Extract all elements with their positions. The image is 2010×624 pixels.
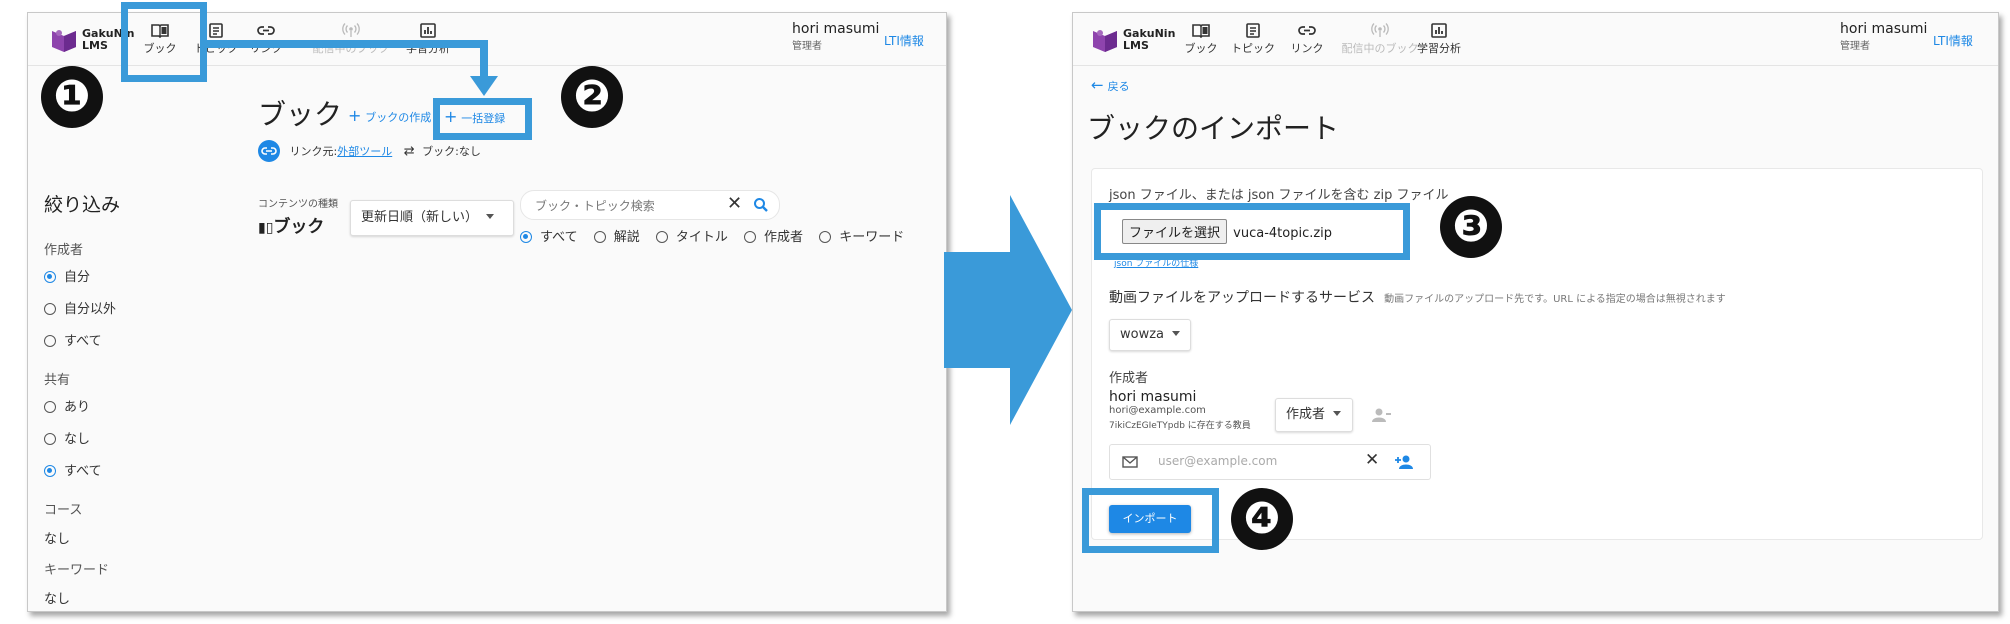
author-label: 作成者 [1109,371,1149,386]
remove-user-icon[interactable] [1372,407,1392,423]
radio-author-all[interactable]: すべて [44,330,116,349]
gakunin-logo-icon [1093,30,1117,52]
nav-topic[interactable]: トピック [1223,23,1283,56]
radio-scope-keyword[interactable]: キーワード [819,230,904,245]
page-title: ブックのインポート [1087,112,1340,145]
filter-group-share: 共有 あり なし すべて [44,373,102,479]
radio-scope-all[interactable]: すべて [520,230,578,245]
highlight-bulk-register [433,98,532,140]
filter-title: 絞り込み [44,194,121,216]
step-marker-4: ❹ [1231,488,1293,550]
radio-share-no[interactable]: なし [44,428,102,447]
radio-author-self[interactable]: 自分 [44,266,116,285]
clear-icon[interactable]: ✕ [1365,450,1379,470]
file-label: json ファイル、または json ファイルを含む zip ファイル [1109,188,1449,203]
create-book-button[interactable]: + ブックの作成 [348,106,431,125]
sort-select[interactable]: 更新日順（新しい） [350,200,514,236]
radio-scope-author[interactable]: 作成者 [744,230,803,245]
highlight-import-button [1082,488,1219,553]
lti-info-link[interactable]: LTI情報 [1933,32,1973,49]
radio-author-others[interactable]: 自分以外 [44,298,116,317]
nav-link[interactable]: リンク [1277,23,1337,56]
nav-analytics[interactable]: 学習分析 [1409,23,1469,56]
link-circle-icon [258,140,280,162]
back-link[interactable]: ← 戻る [1091,76,1130,94]
link-source-row: リンク元:外部ツール ⇄ ブック:なし [258,140,481,162]
service-label: 動画ファイルをアップロードするサービス 動画ファイルのアップロード先です。URL… [1109,290,1726,306]
clear-icon[interactable]: ✕ [727,193,742,214]
highlight-book-nav [121,2,207,82]
radio-share-yes[interactable]: あり [44,396,102,415]
filter-group-author: 作成者 自分 自分以外 すべて [44,243,117,349]
filter-course: コース なし [44,503,83,547]
big-right-arrow [944,195,1072,425]
author-info: hori masumi hori@example.com 7ikiCzEGIeT… [1109,389,1251,431]
external-tool-link[interactable]: 外部ツール [337,145,392,158]
broadcast-icon [1371,23,1389,37]
plus-icon: + [348,106,362,125]
search-scope-radios: すべて 解説 タイトル 作成者 キーワード [520,226,904,245]
gakunin-logo-icon [52,30,76,52]
link-icon [1298,26,1316,35]
step-marker-1: ❶ [41,66,103,128]
chevron-down-icon [486,214,495,219]
highlight-file-input [1094,203,1410,260]
brand-name: GakuNin LMS [1123,27,1176,52]
arrow-left-icon: ← [1091,76,1104,94]
search-icon[interactable] [753,197,769,213]
step-marker-3: ❸ [1440,196,1502,258]
author-role-select[interactable]: 作成者 [1275,398,1353,432]
swap-arrows-icon: ⇄ [403,144,415,159]
radio-scope-title[interactable]: タイトル [655,230,728,245]
radio-share-all[interactable]: すべて [44,460,102,479]
chevron-down-icon [1333,411,1342,416]
chevron-down-icon [1172,331,1181,336]
app-header: GakuNin LMS ブック トピック リンク 配信中のブック 学習分析 ho… [1073,13,1998,66]
radio-scope-description[interactable]: 解説 [593,230,640,245]
nav-book[interactable]: ブック [1171,23,1231,56]
filter-keyword: キーワード なし [44,563,110,607]
mail-icon [1122,456,1138,468]
topic-icon [1246,23,1260,38]
user-menu[interactable]: hori masumi 管理者 [792,21,879,52]
service-select[interactable]: wowza [1109,319,1191,351]
book-icon: ▮▯ [258,220,274,236]
lti-info-link[interactable]: LTI情報 [884,32,924,49]
analytics-icon [1431,23,1447,38]
search-box[interactable]: ブック・トピック検索 ✕ [520,190,780,220]
email-input[interactable]: user@example.com ✕ [1109,444,1431,480]
content-type: コンテンツの種類 ▮▯ブック [258,199,338,237]
add-user-icon[interactable] [1395,454,1415,470]
callout-arrow [205,40,498,96]
book-icon [1192,24,1210,38]
step-marker-2: ❷ [561,66,623,128]
user-menu[interactable]: hori masumi 管理者 [1840,21,1927,52]
